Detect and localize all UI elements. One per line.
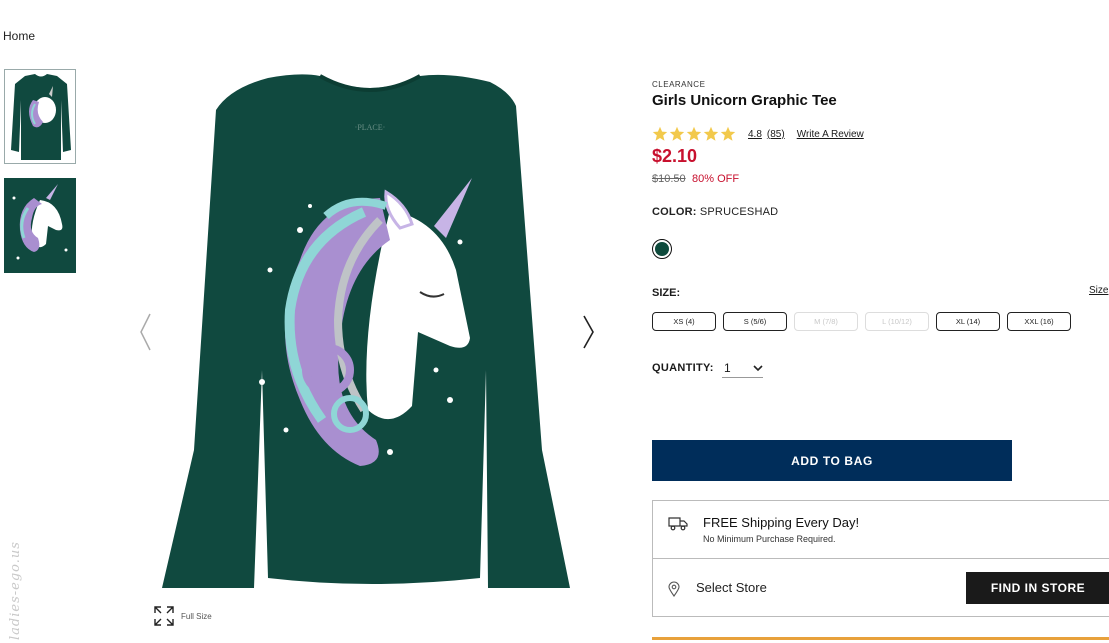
previous-image-arrow-icon[interactable]: [138, 312, 152, 352]
size-guide-link[interactable]: Size: [1089, 285, 1108, 296]
unicorn-closeup-image: [4, 178, 76, 273]
discount-label: 80% OFF: [692, 173, 740, 185]
promo-divider: [652, 637, 1109, 640]
rating-count-link[interactable]: (85): [767, 129, 785, 140]
find-in-store-button[interactable]: FIND IN STORE: [966, 572, 1109, 604]
add-to-bag-button[interactable]: ADD TO BAG: [652, 440, 1012, 481]
size-option-xl[interactable]: XL (14): [936, 312, 1000, 331]
size-option-l[interactable]: L (10/12): [865, 312, 929, 331]
expand-icon: [154, 606, 174, 626]
size-option-xxl[interactable]: XXL (16): [1007, 312, 1071, 331]
thumbnail-front[interactable]: [4, 69, 76, 164]
color-row: COLOR: SPRUCESHAD: [652, 206, 778, 218]
chevron-down-icon: [753, 364, 763, 371]
size-label: SIZE:: [652, 287, 681, 299]
rating-row: 4.8 (85) Write A Review: [652, 126, 864, 142]
svg-text:·PLACE·: ·PLACE·: [355, 123, 386, 132]
full-size-button[interactable]: Full Size: [153, 605, 212, 627]
select-store-link[interactable]: Select Store: [696, 580, 767, 595]
thumbnail-closeup[interactable]: [4, 178, 76, 273]
free-shipping-title: FREE Shipping Every Day!: [703, 515, 860, 530]
store-pickup-row: Select Store FIND IN STORE: [652, 559, 1109, 617]
color-swatch-spruceshad[interactable]: [652, 239, 672, 259]
delivery-truck-icon: [668, 517, 688, 531]
star-icon: [686, 126, 702, 141]
quantity-label: QUANTITY:: [652, 362, 714, 374]
size-option-s[interactable]: S (5/6): [723, 312, 787, 331]
quantity-value: 1: [724, 361, 731, 375]
free-shipping-subtitle: No Minimum Purchase Required.: [703, 534, 836, 544]
shipping-info-box: FREE Shipping Every Day! No Minimum Purc…: [652, 500, 1109, 559]
color-label: COLOR:: [652, 206, 697, 218]
location-pin-icon: [668, 581, 680, 597]
breadcrumb-home[interactable]: Home: [3, 29, 35, 43]
shirt-thumbnail-image: [5, 70, 75, 163]
product-info-panel: CLEARANCE Girls Unicorn Graphic Tee 4.8 …: [652, 0, 1109, 643]
star-rating: [652, 126, 736, 142]
product-main-image: ·PLACE·: [162, 74, 570, 588]
rating-value-link[interactable]: 4.8: [748, 129, 762, 140]
sale-price: $2.10: [652, 146, 698, 166]
size-options: XS (4) S (5/6) M (7/8) L (10/12) XL (14)…: [652, 312, 1071, 331]
star-icon: [720, 126, 736, 141]
star-icon: [703, 126, 719, 141]
full-size-label: Full Size: [181, 611, 212, 621]
quantity-select[interactable]: 1: [722, 359, 763, 378]
size-option-m[interactable]: M (7/8): [794, 312, 858, 331]
watermark-text: ladies-ego.us: [8, 541, 23, 640]
color-value: SPRUCESHAD: [699, 206, 779, 218]
write-review-link[interactable]: Write A Review: [797, 129, 864, 140]
next-image-arrow-icon[interactable]: [582, 312, 596, 352]
size-option-xs[interactable]: XS (4): [652, 312, 716, 331]
clearance-tag: CLEARANCE: [652, 80, 706, 89]
product-title: Girls Unicorn Graphic Tee: [652, 92, 837, 109]
star-icon: [669, 126, 685, 141]
original-price: $10.50: [652, 173, 686, 185]
star-icon: [652, 126, 668, 141]
